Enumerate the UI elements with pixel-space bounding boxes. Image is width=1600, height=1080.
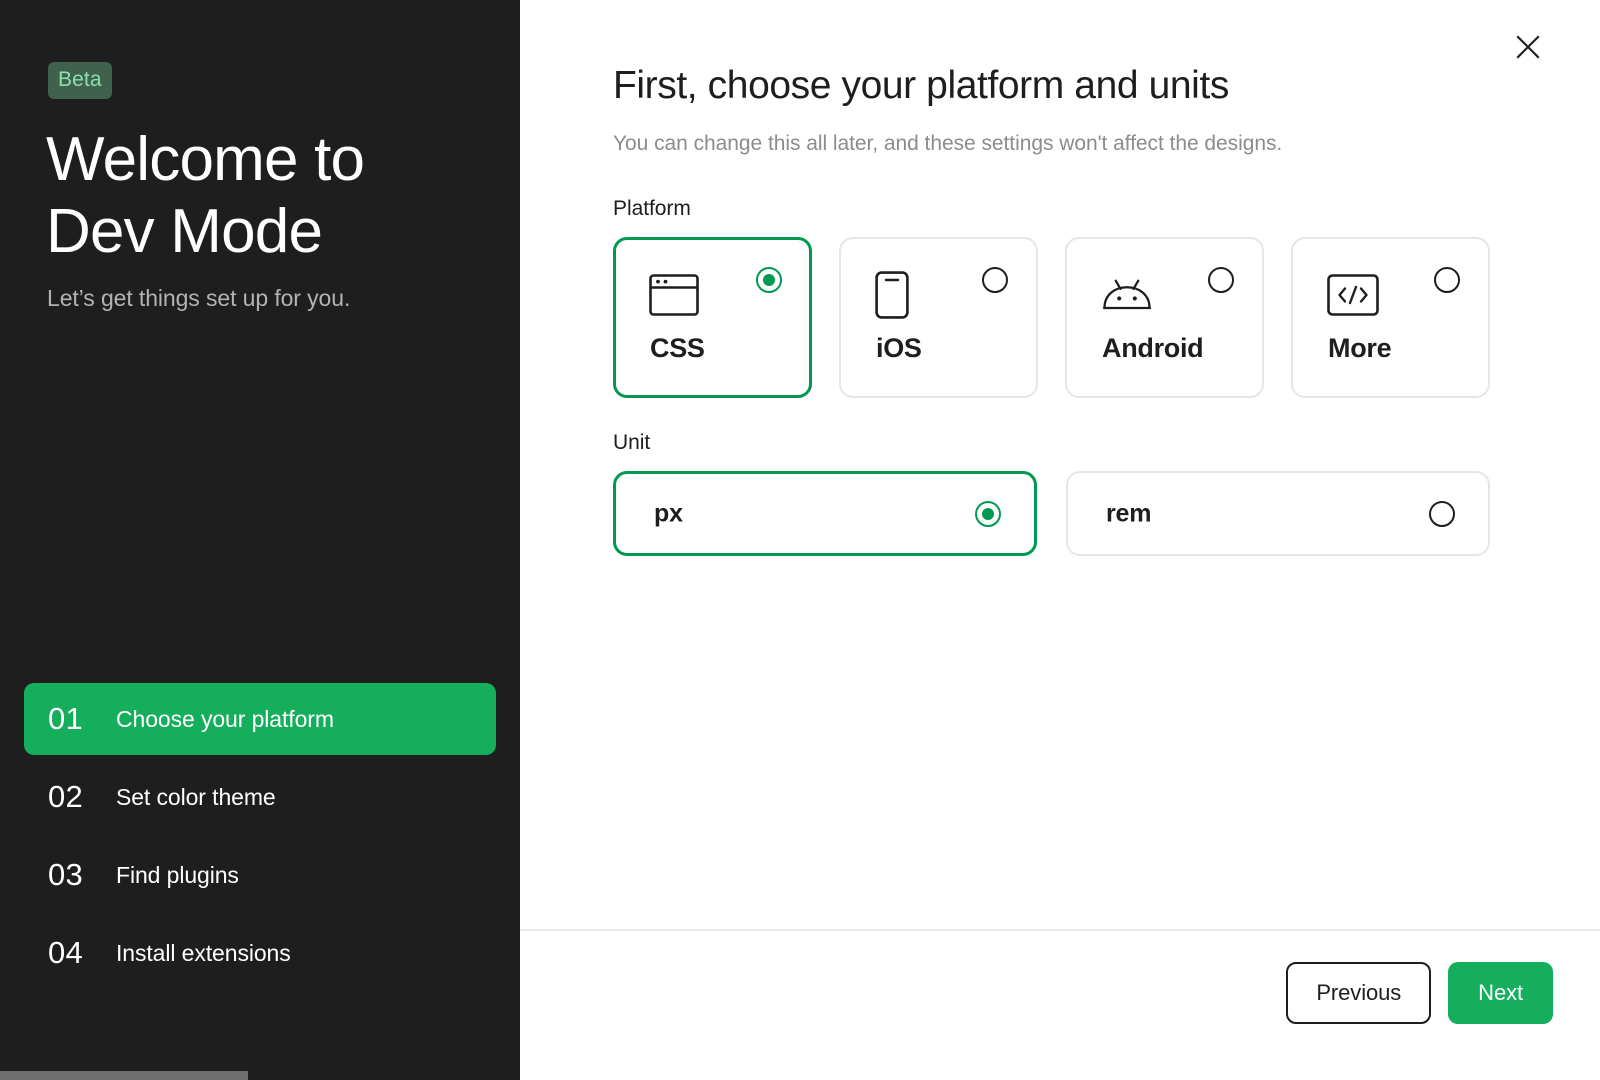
- platform-radio-android[interactable]: [1208, 267, 1234, 293]
- main-content: First, choose your platform and units Yo…: [613, 0, 1600, 556]
- platform-option-css[interactable]: CSS: [613, 237, 812, 398]
- code-brackets-icon: [1327, 273, 1379, 317]
- previous-button[interactable]: Previous: [1286, 962, 1432, 1024]
- step-label: Choose your platform: [116, 705, 334, 732]
- welcome-title: Welcome to Dev Mode: [46, 125, 365, 266]
- onboarding-steps: 01 Choose your platform 02 Set color the…: [0, 683, 520, 995]
- step-number: 02: [48, 779, 83, 814]
- unit-radio-rem[interactable]: [1429, 500, 1455, 527]
- step-label: Set color theme: [116, 783, 276, 810]
- platform-options-row: CSS iOS Android More: [613, 237, 1600, 398]
- unit-radio-px[interactable]: [975, 500, 1001, 527]
- platform-option-label: iOS: [876, 333, 922, 363]
- unit-option-label: px: [654, 499, 683, 527]
- browser-window-icon: [649, 273, 701, 317]
- platform-option-label: CSS: [650, 333, 705, 363]
- platform-radio-ios[interactable]: [982, 267, 1008, 293]
- platform-radio-more[interactable]: [1434, 267, 1460, 293]
- sidebar-step-02[interactable]: 02 Set color theme: [24, 761, 496, 833]
- platform-option-label: More: [1328, 333, 1392, 363]
- sidebar-step-03[interactable]: 03 Find plugins: [24, 839, 496, 911]
- onboarding-main-panel: First, choose your platform and units Yo…: [520, 0, 1600, 1080]
- unit-group-label: Unit: [613, 431, 651, 454]
- page-subtitle: You can change this all later, and these…: [613, 132, 1283, 155]
- android-robot-icon: [1101, 273, 1153, 317]
- sidebar-step-01[interactable]: 01 Choose your platform: [24, 683, 496, 755]
- page-title: First, choose your platform and units: [613, 64, 1229, 107]
- platform-option-android[interactable]: Android: [1065, 237, 1264, 398]
- platform-option-more[interactable]: More: [1291, 237, 1490, 398]
- step-number: 03: [48, 857, 83, 892]
- step-number: 04: [48, 935, 83, 970]
- beta-badge: Beta: [48, 62, 112, 99]
- sidebar-step-04[interactable]: 04 Install extensions: [24, 917, 496, 989]
- platform-option-label: Android: [1102, 333, 1204, 363]
- unit-option-px[interactable]: px: [613, 471, 1037, 556]
- main-bottom-edge: [1040, 1072, 1600, 1080]
- onboarding-sidebar: Beta Welcome to Dev Mode Let’s get thing…: [0, 0, 520, 1080]
- horizontal-scrollbar-thumb[interactable]: [0, 1071, 248, 1080]
- unit-options-row: px rem: [613, 471, 1600, 556]
- step-label: Install extensions: [116, 939, 291, 966]
- footer-divider: [520, 929, 1600, 931]
- platform-group-label: Platform: [613, 197, 691, 220]
- dialog-footer: Previous Next: [1286, 962, 1553, 1024]
- unit-option-label: rem: [1106, 499, 1152, 527]
- dev-mode-onboarding-dialog: Beta Welcome to Dev Mode Let’s get thing…: [0, 0, 1600, 1080]
- welcome-subtitle: Let’s get things set up for you.: [47, 285, 351, 311]
- unit-option-rem[interactable]: rem: [1066, 471, 1490, 556]
- step-number: 01: [48, 701, 83, 736]
- platform-radio-css[interactable]: [756, 267, 782, 293]
- step-label: Find plugins: [116, 861, 239, 888]
- next-button[interactable]: Next: [1448, 962, 1553, 1024]
- phone-icon: [875, 271, 927, 319]
- platform-option-ios[interactable]: iOS: [839, 237, 1038, 398]
